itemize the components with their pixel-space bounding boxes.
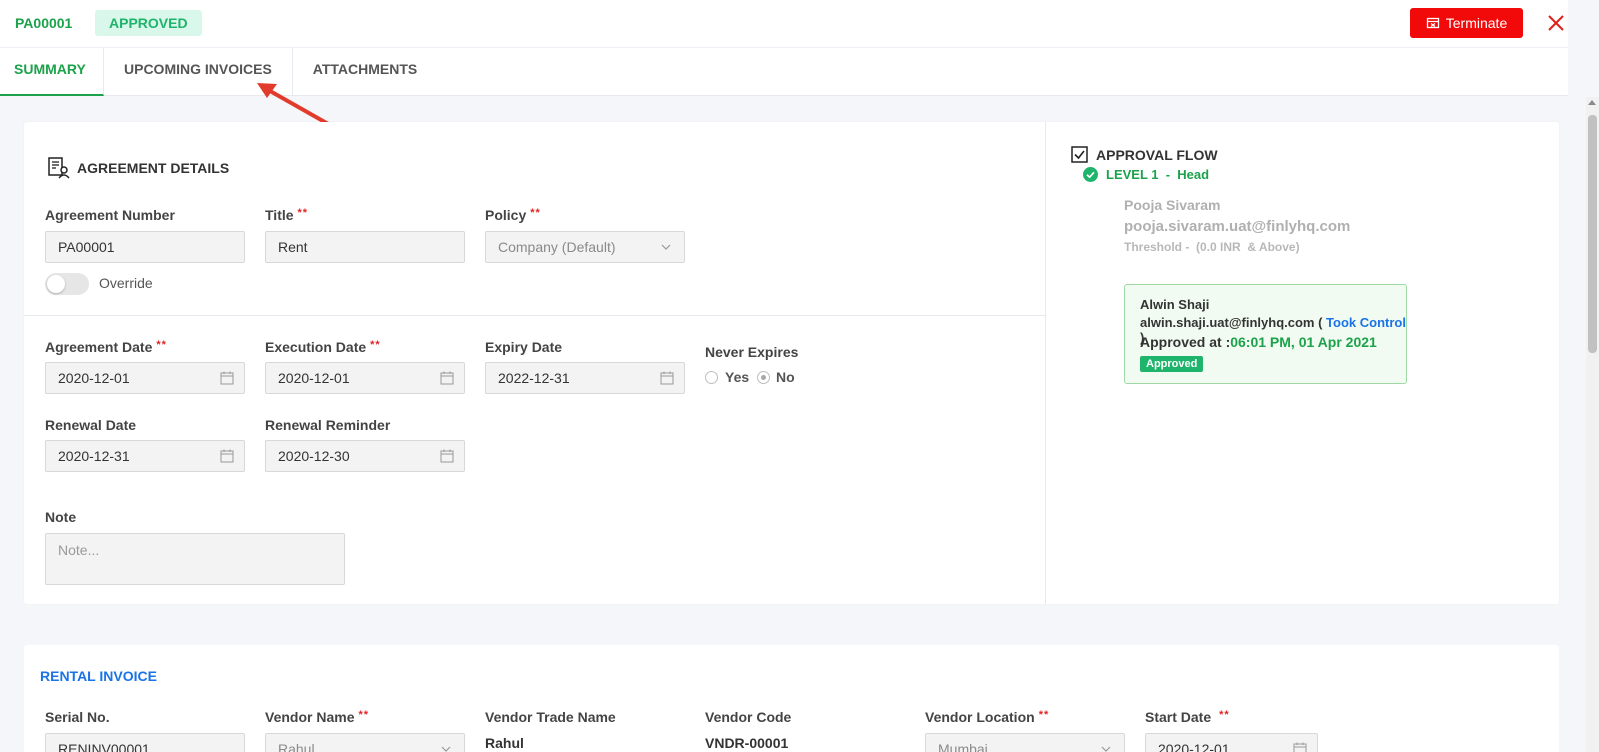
check-circle-icon	[1083, 167, 1098, 182]
rental-invoice-card	[24, 645, 1559, 752]
serial-no-value: RENINV00001	[58, 741, 150, 752]
calendar-icon	[1293, 742, 1307, 752]
start-date-field[interactable]: 2020-12-01	[1145, 733, 1318, 752]
vendor-code-value: VNDR-00001	[705, 735, 789, 751]
approval-level-label: LEVEL 1 - Head	[1106, 167, 1210, 182]
note-textarea[interactable]	[45, 533, 345, 585]
approved-badge: Approved	[1140, 356, 1204, 372]
chevron-down-icon	[1101, 746, 1111, 752]
title-field[interactable]: Rent	[265, 231, 465, 263]
status-badge: APPROVED	[95, 10, 202, 36]
vendor-name-label: Vendor Name **	[265, 709, 370, 725]
renewal-date-label: Renewal Date	[45, 417, 137, 433]
approved-at-label: Approved at :	[1140, 334, 1231, 350]
terminate-button[interactable]: Terminate	[1410, 8, 1523, 38]
vendor-name-select[interactable]: Rahul	[265, 733, 465, 752]
chevron-down-icon	[441, 746, 451, 752]
calendar-icon	[220, 449, 234, 463]
scrollbar-thumb[interactable]	[1588, 115, 1597, 353]
scroll-up-arrow-icon[interactable]	[1588, 100, 1596, 105]
vendor-location-value: Mumbai	[938, 741, 988, 752]
execution-date-label: Execution Date **	[265, 339, 381, 355]
took-control-link[interactable]: Took Control	[1326, 315, 1406, 330]
approval-threshold: Threshold - (0.0 INR & Above)	[1124, 240, 1300, 254]
calendar-icon	[220, 371, 234, 385]
override-toggle[interactable]	[45, 273, 89, 295]
renewal-date-value: 2020-12-31	[58, 448, 130, 464]
approved-at-value: 06:01 PM, 01 Apr 2021	[1230, 334, 1377, 350]
agreement-document-icon	[48, 157, 70, 179]
expiry-date-field[interactable]: 2022-12-31	[485, 362, 685, 394]
never-expires-yes-label: Yes	[725, 369, 750, 385]
calendar-icon	[440, 371, 454, 385]
terminate-label: Terminate	[1445, 15, 1508, 31]
agreement-number-field[interactable]: PA00001	[45, 231, 245, 263]
calendar-icon	[440, 449, 454, 463]
agreement-details-heading: AGREEMENT DETAILS	[47, 156, 229, 180]
card-divider	[1045, 122, 1046, 604]
rental-invoice-heading: RENTAL INVOICE	[40, 668, 157, 684]
policy-select[interactable]: Company (Default)	[485, 231, 685, 263]
approver-email: alwin.shaji.uat@finlyhq.com	[1140, 315, 1315, 330]
start-date-label: Start Date **	[1145, 709, 1230, 725]
section-divider	[24, 315, 1045, 316]
renewal-reminder-label: Renewal Reminder	[265, 417, 391, 433]
note-label: Note	[45, 509, 77, 525]
vendor-location-label: Vendor Location **	[925, 709, 1050, 725]
checkbox-checked-icon	[1071, 146, 1088, 163]
approver-card: Alwin Shaji alwin.shaji.uat@finlyhq.com …	[1124, 284, 1407, 384]
agreement-number-value: PA00001	[58, 239, 115, 255]
agreement-date-label: Agreement Date **	[45, 339, 167, 355]
serial-no-label: Serial No.	[45, 709, 110, 725]
renewal-date-field[interactable]: 2020-12-31	[45, 440, 245, 472]
tab-bar: SUMMARY UPCOMING INVOICES ATTACHMENTS	[0, 48, 1568, 96]
agreement-number-label: Agreement Number	[45, 207, 175, 223]
tab-summary[interactable]: SUMMARY	[0, 48, 104, 96]
vendor-code-label: Vendor Code	[705, 709, 792, 725]
assignee-name: Pooja Sivaram	[1124, 197, 1221, 213]
approval-flow-title: APPROVAL FLOW	[1096, 146, 1218, 163]
vendor-trade-name-label: Vendor Trade Name	[485, 709, 616, 725]
top-header: PA00001 APPROVED Terminate	[0, 0, 1568, 48]
vendor-location-select[interactable]: Mumbai	[925, 733, 1125, 752]
agreement-date-field[interactable]: 2020-12-01	[45, 362, 245, 394]
calendar-icon	[660, 371, 674, 385]
serial-no-field[interactable]: RENINV00001	[45, 733, 245, 752]
assignee-email: pooja.sivaram.uat@finlyhq.com	[1124, 218, 1351, 235]
policy-label: Policy **	[485, 207, 541, 223]
expiry-date-value: 2022-12-31	[498, 370, 570, 386]
execution-date-value: 2020-12-01	[278, 370, 350, 386]
approver-name: Alwin Shaji	[1140, 297, 1210, 312]
never-expires-label: Never Expires	[705, 344, 799, 360]
override-label: Override	[99, 275, 153, 291]
never-expires-no-label: No	[776, 369, 795, 385]
vendor-trade-name-value: Rahul	[485, 735, 524, 751]
approval-level: LEVEL 1 - Head	[1083, 167, 1209, 182]
never-expires-no-radio[interactable]	[757, 371, 770, 384]
title-label: Title **	[265, 207, 309, 223]
document-id: PA00001	[15, 15, 73, 31]
close-icon[interactable]	[1545, 12, 1567, 34]
execution-date-field[interactable]: 2020-12-01	[265, 362, 465, 394]
renewal-reminder-value: 2020-12-30	[278, 448, 350, 464]
policy-value: Company (Default)	[498, 239, 616, 255]
approved-at-line: Approved at :06:01 PM, 01 Apr 2021	[1140, 334, 1377, 350]
terminate-icon	[1426, 17, 1439, 29]
start-date-value: 2020-12-01	[1158, 741, 1230, 752]
expiry-date-label: Expiry Date	[485, 339, 563, 355]
agreement-date-value: 2020-12-01	[58, 370, 130, 386]
approval-flow-heading: APPROVAL FLOW	[1071, 146, 1218, 163]
title-value: Rent	[278, 239, 308, 255]
never-expires-yes-radio[interactable]	[705, 371, 718, 384]
agreement-details-title: AGREEMENT DETAILS	[77, 160, 230, 176]
renewal-reminder-field[interactable]: 2020-12-30	[265, 440, 465, 472]
vendor-name-value: Rahul	[278, 741, 315, 752]
chevron-down-icon	[661, 244, 671, 250]
